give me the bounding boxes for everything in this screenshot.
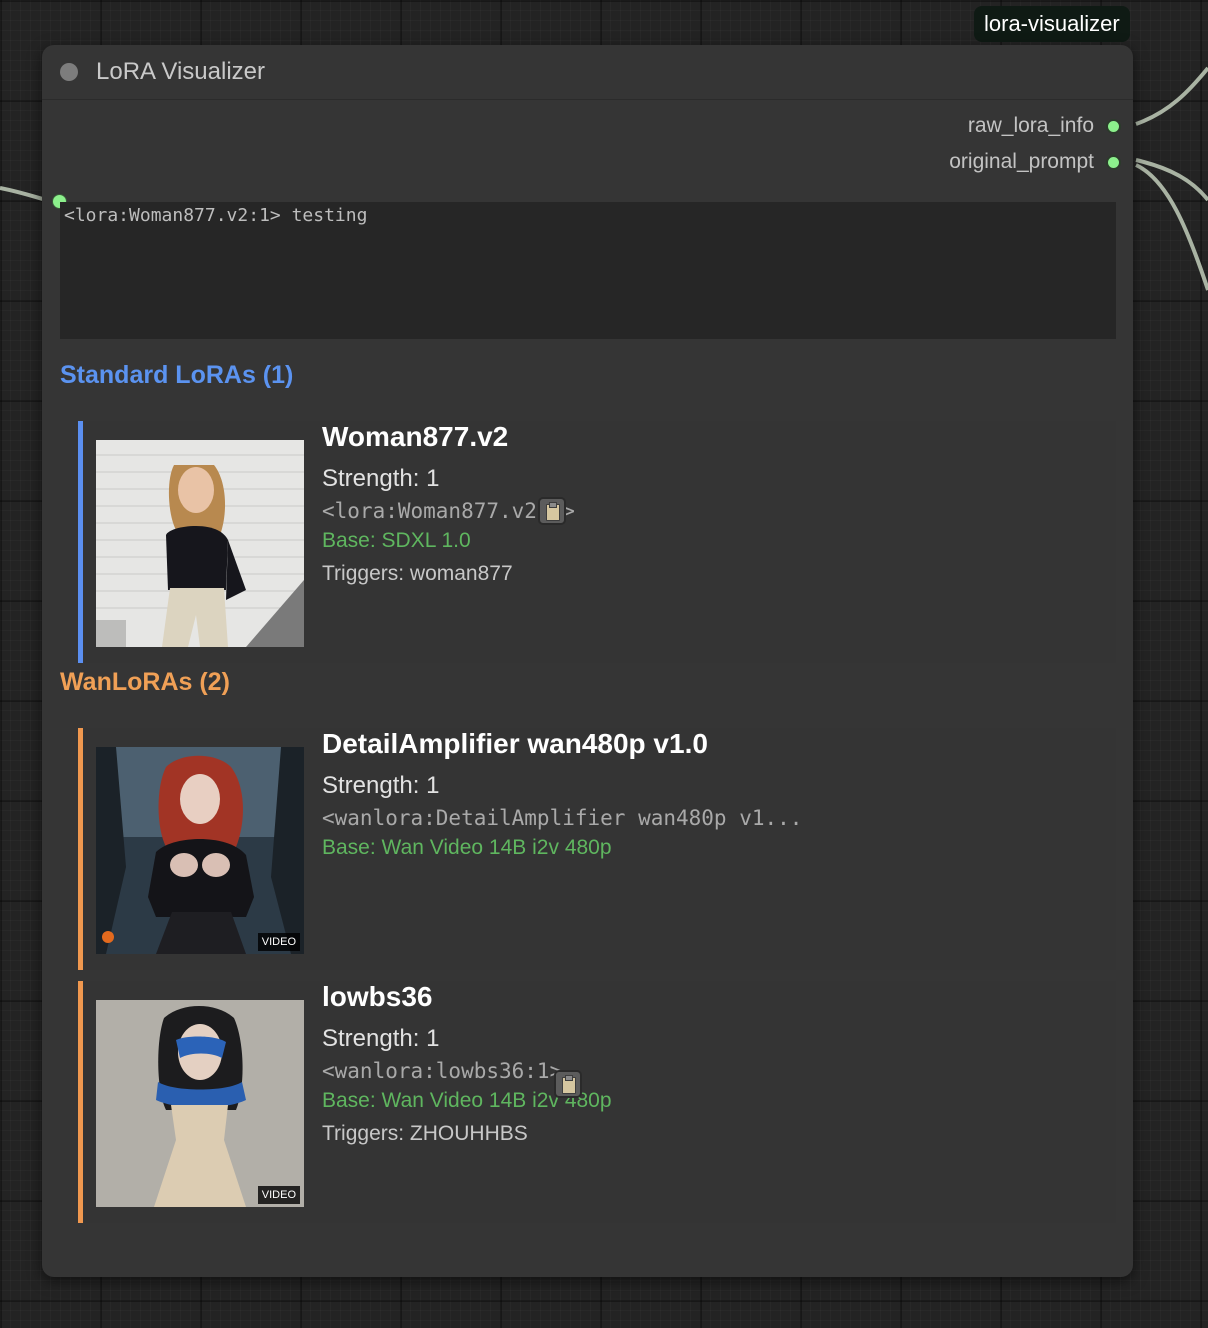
lora-tag: <wanlora:lowbs36:1> — [322, 1059, 563, 1083]
collapse-dot-icon[interactable] — [60, 63, 78, 81]
copy-tag-button[interactable] — [538, 497, 566, 525]
node-title: LoRA Visualizer — [96, 58, 265, 85]
lora-card: Woman877.v2 Strength: 1 <lora:Woman877.v… — [78, 421, 1116, 663]
lora-triggers: Triggers: ZHOUHHBS — [322, 1122, 528, 1145]
output-slot-dot[interactable] — [1106, 154, 1121, 170]
lora-name: DetailAmplifier wan480p v1.0 — [322, 728, 708, 759]
output-slot-dot[interactable] — [1106, 118, 1121, 134]
video-badge: VIDEO — [257, 933, 300, 951]
lora-card: VIDEO DetailAmplifier wan480p v1.0 Stren… — [78, 728, 1116, 970]
wan-loras-heading: WanLoRAs (2) — [60, 668, 230, 696]
video-badge: VIDEO — [257, 1186, 300, 1204]
lora-preview-image: VIDEO — [96, 1000, 304, 1207]
lora-strength: Strength: 1 — [322, 465, 440, 492]
lora-preview-image — [96, 440, 304, 647]
lora-visualizer-node[interactable]: LoRA Visualizer raw_lora_info original_p… — [42, 45, 1133, 1277]
lora-base-model: Base: SDXL 1.0 — [322, 529, 471, 552]
output-original-prompt[interactable]: original_prompt — [949, 148, 1121, 176]
output-label: raw_lora_info — [967, 114, 1094, 137]
lora-card: VIDEO lowbs36 Strength: 1 <wanlora:lowbs… — [78, 981, 1116, 1223]
clipboard-clip — [549, 502, 557, 508]
lora-tag: <wanlora:DetailAmplifier wan480p v1... — [322, 806, 803, 830]
lora-name: Woman877.v2 — [322, 421, 509, 452]
card-accent-bar — [78, 728, 83, 970]
lora-triggers: Triggers: woman877 — [322, 562, 513, 585]
node-type-badge: lora-visualizer — [974, 6, 1130, 42]
lora-tag: <lora:Woman877.v2:1> — [322, 499, 575, 523]
prompt-text-area[interactable]: <lora:Woman877.v2:1> testing — [60, 202, 1116, 339]
standard-loras-heading: Standard LoRAs (1) — [60, 361, 294, 389]
clipboard-clip — [565, 1075, 573, 1081]
card-accent-bar — [78, 421, 83, 663]
lora-strength: Strength: 1 — [322, 1025, 440, 1052]
lora-strength: Strength: 1 — [322, 772, 440, 799]
lora-name: lowbs36 — [322, 981, 433, 1012]
lora-preview-image: VIDEO — [96, 747, 304, 954]
card-accent-bar — [78, 981, 83, 1223]
copy-tag-button[interactable] — [554, 1070, 582, 1098]
output-label: original_prompt — [949, 150, 1094, 173]
node-header[interactable]: LoRA Visualizer — [42, 45, 1133, 100]
output-raw-lora-info[interactable]: raw_lora_info — [968, 112, 1121, 140]
lora-base-model: Base: Wan Video 14B i2v 480p — [322, 836, 612, 859]
